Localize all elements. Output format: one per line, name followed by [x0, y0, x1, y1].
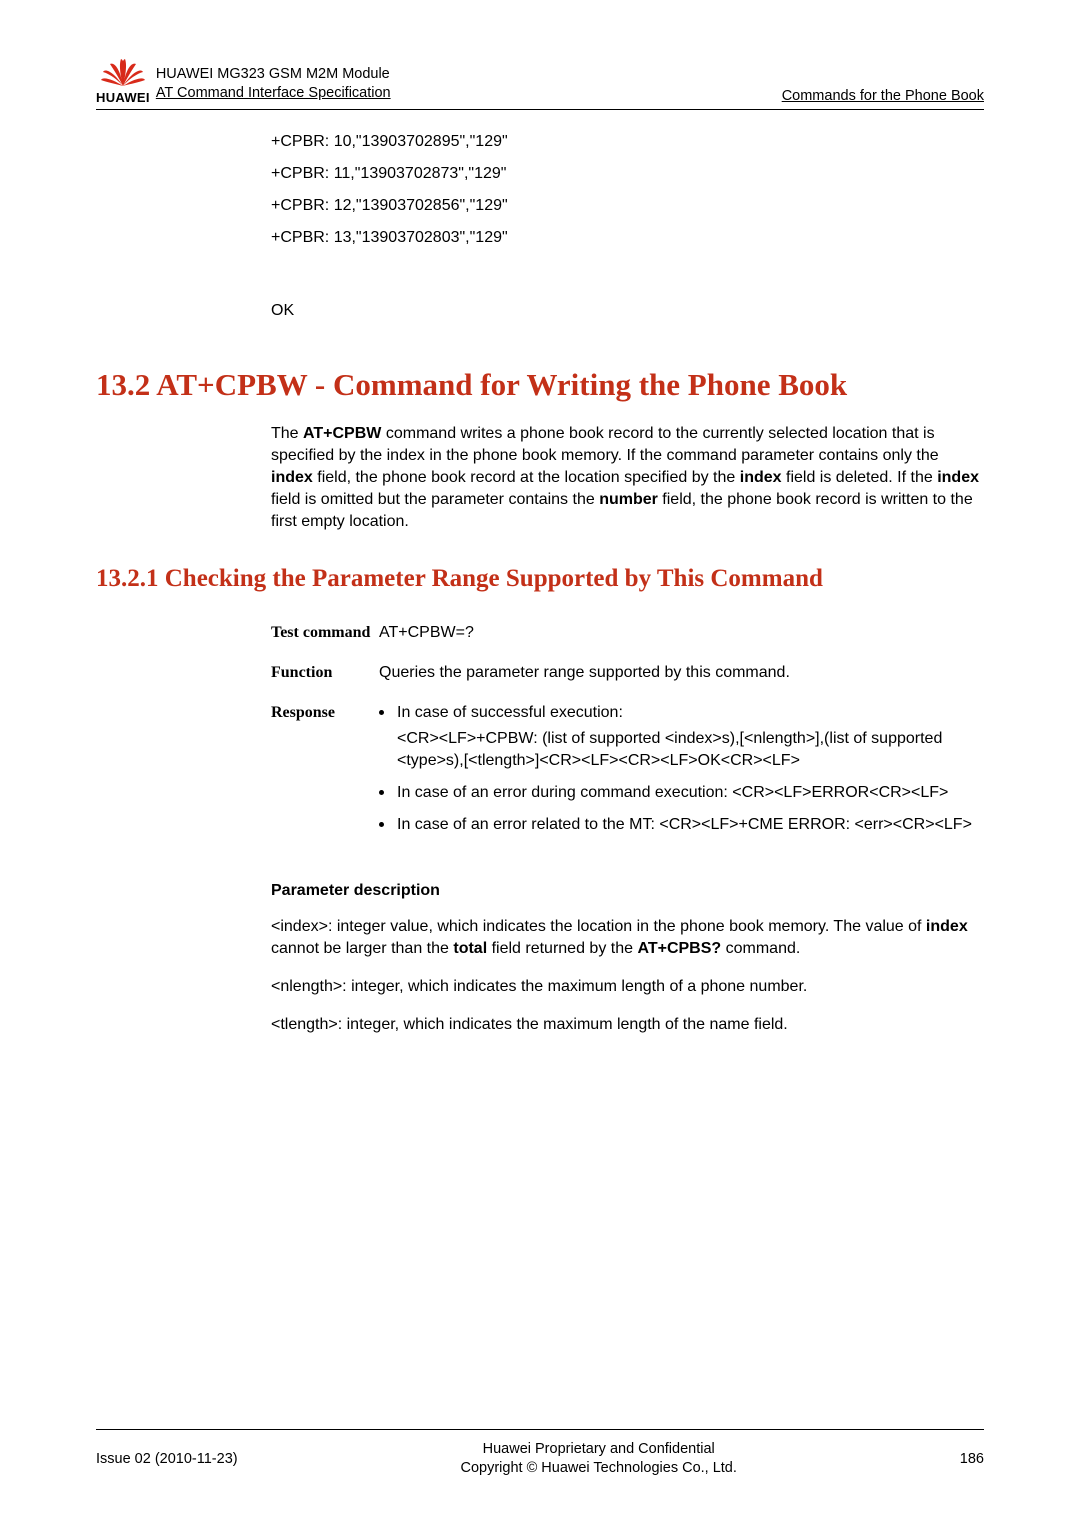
def-label: Response: [271, 702, 379, 724]
text: field is deleted. If the: [782, 469, 938, 486]
footer-page-number: 186: [960, 1451, 984, 1467]
header-right: Commands for the Phone Book: [782, 88, 984, 105]
response-item: In case of an error during command execu…: [379, 782, 984, 804]
header-left: HUAWEI HUAWEI MG323 GSM M2M Module AT Co…: [96, 58, 391, 105]
logo-text: HUAWEI: [96, 90, 150, 105]
text: field, the phone book record at the loca…: [313, 469, 740, 486]
def-row-test-command: Test command AT+CPBW=?: [271, 622, 984, 644]
example-line: +CPBR: 12,"13903702856","129": [271, 190, 984, 222]
bullet-head: In case of successful execution:: [397, 704, 623, 721]
definition-table: Test command AT+CPBW=? Function Queries …: [271, 622, 984, 847]
header-line1: HUAWEI MG323 GSM M2M Module: [156, 65, 391, 85]
text: field is omitted but the parameter conta…: [271, 491, 599, 508]
param-nlength: <nlength>: integer, which indicates the …: [271, 976, 984, 998]
footer-line2: Copyright © Huawei Technologies Co., Ltd…: [238, 1459, 960, 1479]
cmd-name: AT+CPBW: [303, 425, 381, 442]
section-description: The AT+CPBW command writes a phone book …: [271, 423, 984, 533]
text: cannot be larger than the: [271, 940, 453, 957]
page-header: HUAWEI HUAWEI MG323 GSM M2M Module AT Co…: [96, 58, 984, 110]
example-output: +CPBR: 10,"13903702895","129" +CPBR: 11,…: [271, 126, 984, 254]
def-value: AT+CPBW=?: [379, 622, 984, 644]
header-title-block: HUAWEI MG323 GSM M2M Module AT Command I…: [156, 65, 391, 105]
section-heading: 13.2 AT+CPBW - Command for Writing the P…: [96, 366, 984, 405]
field-name: number: [599, 491, 658, 508]
response-list: In case of successful execution: <CR><LF…: [379, 702, 984, 836]
def-row-function: Function Queries the parameter range sup…: [271, 662, 984, 684]
subsection-heading: 13.2.1 Checking the Parameter Range Supp…: [96, 563, 984, 596]
text: <index>: integer value, which indicates …: [271, 918, 926, 935]
text: field returned by the: [487, 940, 637, 957]
def-label: Function: [271, 662, 379, 684]
header-line2: AT Command Interface Specification: [156, 84, 391, 104]
example-line: +CPBR: 13,"13903702803","129": [271, 222, 984, 254]
bullet-head: In case of an error during command execu…: [397, 784, 948, 801]
footer-center: Huawei Proprietary and Confidential Copy…: [238, 1440, 960, 1479]
text: command.: [721, 940, 800, 957]
field-name: total: [453, 940, 487, 957]
def-value: Queries the parameter range supported by…: [379, 662, 984, 684]
def-label: Test command: [271, 622, 379, 644]
response-item: In case of successful execution: <CR><LF…: [379, 702, 984, 772]
parameter-description: Parameter description <index>: integer v…: [271, 882, 984, 1036]
footer-line1: Huawei Proprietary and Confidential: [238, 1440, 960, 1460]
def-value: In case of successful execution: <CR><LF…: [379, 702, 984, 846]
cmd-name: AT+CPBS?: [637, 940, 721, 957]
example-line: +CPBR: 10,"13903702895","129": [271, 126, 984, 158]
footer-issue: Issue 02 (2010-11-23): [96, 1451, 238, 1467]
field-name: index: [740, 469, 782, 486]
param-title: Parameter description: [271, 882, 984, 900]
huawei-logo: HUAWEI: [96, 58, 150, 105]
example-ok: OK: [271, 302, 984, 320]
def-row-response: Response In case of successful execution…: [271, 702, 984, 846]
bullet-body: <CR><LF>+CPBW: (list of supported <index…: [397, 728, 984, 772]
huawei-logo-icon: [100, 58, 146, 88]
field-name: index: [937, 469, 979, 486]
bullet-head: In case of an error related to the MT: <…: [397, 816, 972, 833]
param-index: <index>: integer value, which indicates …: [271, 916, 984, 960]
example-line: +CPBR: 11,"13903702873","129": [271, 158, 984, 190]
param-tlength: <tlength>: integer, which indicates the …: [271, 1014, 984, 1036]
text: The: [271, 425, 303, 442]
field-name: index: [926, 918, 968, 935]
field-name: index: [271, 469, 313, 486]
page-footer: Issue 02 (2010-11-23) Huawei Proprietary…: [96, 1429, 984, 1479]
response-item: In case of an error related to the MT: <…: [379, 814, 984, 836]
